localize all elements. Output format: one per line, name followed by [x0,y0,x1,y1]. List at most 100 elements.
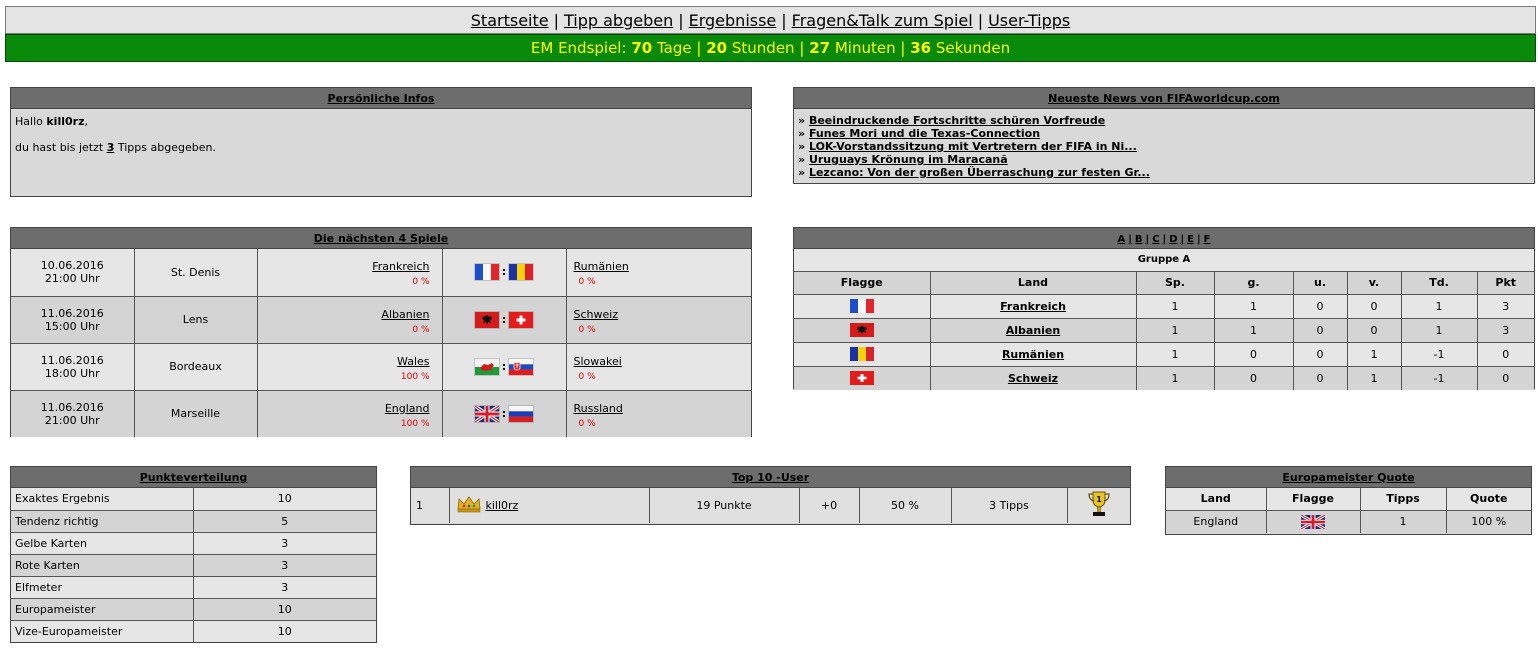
news-title[interactable]: Neueste News von FIFAworldcup.com [1048,92,1280,105]
points-label: Europameister [11,598,194,621]
game-away-team[interactable]: Schweiz [574,308,751,321]
group-link-a[interactable]: A [1118,234,1126,245]
group-stat-sp: 1 [1136,294,1215,319]
flag-albania-icon [849,323,874,337]
group-link-d[interactable]: D [1169,234,1177,245]
game-home-team-cell: Albanien 0 % [257,296,443,344]
group-link-b[interactable]: B [1135,234,1143,245]
countdown-separator: | [799,39,805,57]
nav-user-tipps[interactable]: User-Tipps [988,11,1070,30]
countdown-hours-label: Stunden [731,39,795,57]
group-link-f[interactable]: F [1204,234,1211,245]
group-country-cell: Rumänien [930,342,1137,367]
game-away-team[interactable]: Rumänien [574,260,751,273]
news-bullet: » [798,166,806,179]
tips-count-link[interactable]: 3 [107,141,115,154]
panel-header: Die nächsten 4 Spiele [11,228,751,249]
game-away-team[interactable]: Slowakei [574,355,751,368]
panel-header: Punkteverteilung [11,467,376,488]
flag-france-icon [474,264,499,281]
game-home-team[interactable]: England [259,402,430,415]
panel-header: Europameister Quote [1166,467,1531,488]
game-datetime: 11.06.2016 21:00 Uhr [11,390,135,437]
news-link[interactable]: Uruguays Krönung im Maracanã [809,153,1008,166]
news-link[interactable]: Beeindruckende Fortschritte schüren Vorf… [809,114,1105,127]
group-link-e[interactable]: E [1187,234,1194,245]
points-value: 10 [193,598,376,621]
countdown-days-label: Tage [656,39,692,57]
svg-text:1: 1 [1096,495,1102,504]
nav-separator: | [553,11,559,30]
game-datetime: 10.06.2016 21:00 Uhr [11,249,135,297]
group-col-header: Td. [1401,272,1478,295]
news-link[interactable]: LOK-Vorstandssitzung mit Vertretern der … [809,140,1137,153]
nav-ergebnisse[interactable]: Ergebnisse [689,11,777,30]
news-link[interactable]: Funes Mori und die Texas-Connection [809,127,1040,140]
news-bullet: » [798,153,806,166]
game-date: 11.06.2016 [40,400,104,414]
game-away-team-cell: Slowakei 0 % [566,343,751,391]
game-row: 11.06.2016 18:00 Uhr Bordeaux Wales 100 %: Sl… [11,343,751,391]
points-title[interactable]: Punkteverteilung [140,471,248,484]
quote-tips: 1 [1360,510,1447,533]
group-country-link[interactable]: Frankreich [1000,300,1066,313]
game-home-team[interactable]: Wales [259,355,429,368]
top10-username[interactable]: kill0rz [486,499,519,512]
group-link-c[interactable]: C [1152,234,1159,245]
group-stat-sp: 1 [1136,318,1215,343]
quote-title[interactable]: Europameister Quote [1282,471,1414,484]
points-label: Rote Karten [11,554,194,577]
game-home-team[interactable]: Albanien [259,308,429,321]
group-col-header: Pkt [1477,272,1534,295]
top10-title[interactable]: Top 10 -User [732,471,809,484]
game-away-pct: 0 % [578,371,596,382]
group-country-link[interactable]: Schweiz [1008,372,1058,385]
countdown-seconds: 36 [910,39,932,57]
group-stat-td: 1 [1401,294,1478,319]
points-row: Vize-Europameister 10 [11,620,376,642]
nav-fragen-talk[interactable]: Fragen&Talk zum Spiel [792,11,973,30]
group-link-separator: | [1145,234,1150,245]
game-away-team[interactable]: Russland [574,402,751,415]
personal-info-title[interactable]: Persönliche Infos [328,92,435,105]
group-country-link[interactable]: Rumänien [1002,348,1064,361]
group-link-separator: | [1180,234,1185,245]
game-time: 21:00 Uhr [44,272,100,286]
game-home-pct: 100 % [400,371,430,382]
nav-separator: | [781,11,787,30]
news-bullet: » [798,114,806,127]
game-venue: Bordeaux [134,343,258,391]
greeting: Hallo [15,115,43,128]
top10-table: 1 kill0rz 19 Punkte +0 50 % 3 Tipps 1 [411,488,1130,523]
points-value: 3 [193,576,376,599]
game-home-pct: 0 % [412,324,430,335]
game-away-pct: 0 % [578,418,596,429]
game-home-team-cell: Wales 100 % [257,343,443,391]
next-games-table: 10.06.2016 21:00 Uhr St. Denis Frankreich 0 … [11,249,751,437]
points-row: Exaktes Ergebnis 10 [11,488,376,511]
flag-slovakia-icon [509,358,534,375]
game-home-team[interactable]: Frankreich [259,260,429,273]
group-stat-u: 0 [1293,294,1348,319]
points-value: 10 [193,620,376,642]
countdown-prefix: EM Endspiel: [530,39,627,57]
quote-row: England 1 100 % [1166,510,1531,533]
flag-uk-icon [1301,514,1325,529]
countdown-seconds-label: Sekunden [935,39,1011,57]
nav-tipp-abgeben[interactable]: Tipp abgeben [564,11,673,30]
group-stat-td: 1 [1401,318,1478,343]
quote-col-header: Tipps [1360,488,1447,511]
panel-header: Neueste News von FIFAworldcup.com [794,88,1534,109]
top10-diff: +0 [799,488,860,523]
top-navigation: Startseite | Tipp abgeben | Ergebnisse | Frage… [5,6,1536,34]
nav-startseite[interactable]: Startseite [471,11,549,30]
greeting-comma: , [84,115,88,128]
news-link[interactable]: Lezcano: Von der großen Überraschung zur… [809,166,1150,179]
game-date: 11.06.2016 [40,353,104,367]
quote-country: England [1166,510,1267,533]
group-stat-pkt: 3 [1477,294,1534,319]
game-flags: : [442,296,567,344]
group-country-link[interactable]: Albanien [1006,324,1060,337]
group-table: Flagge Land Sp. g. u. v. Td. Pkt Frankreich 1 1 0 0… [794,272,1534,390]
next-games-title[interactable]: Die nächsten 4 Spiele [314,232,448,245]
